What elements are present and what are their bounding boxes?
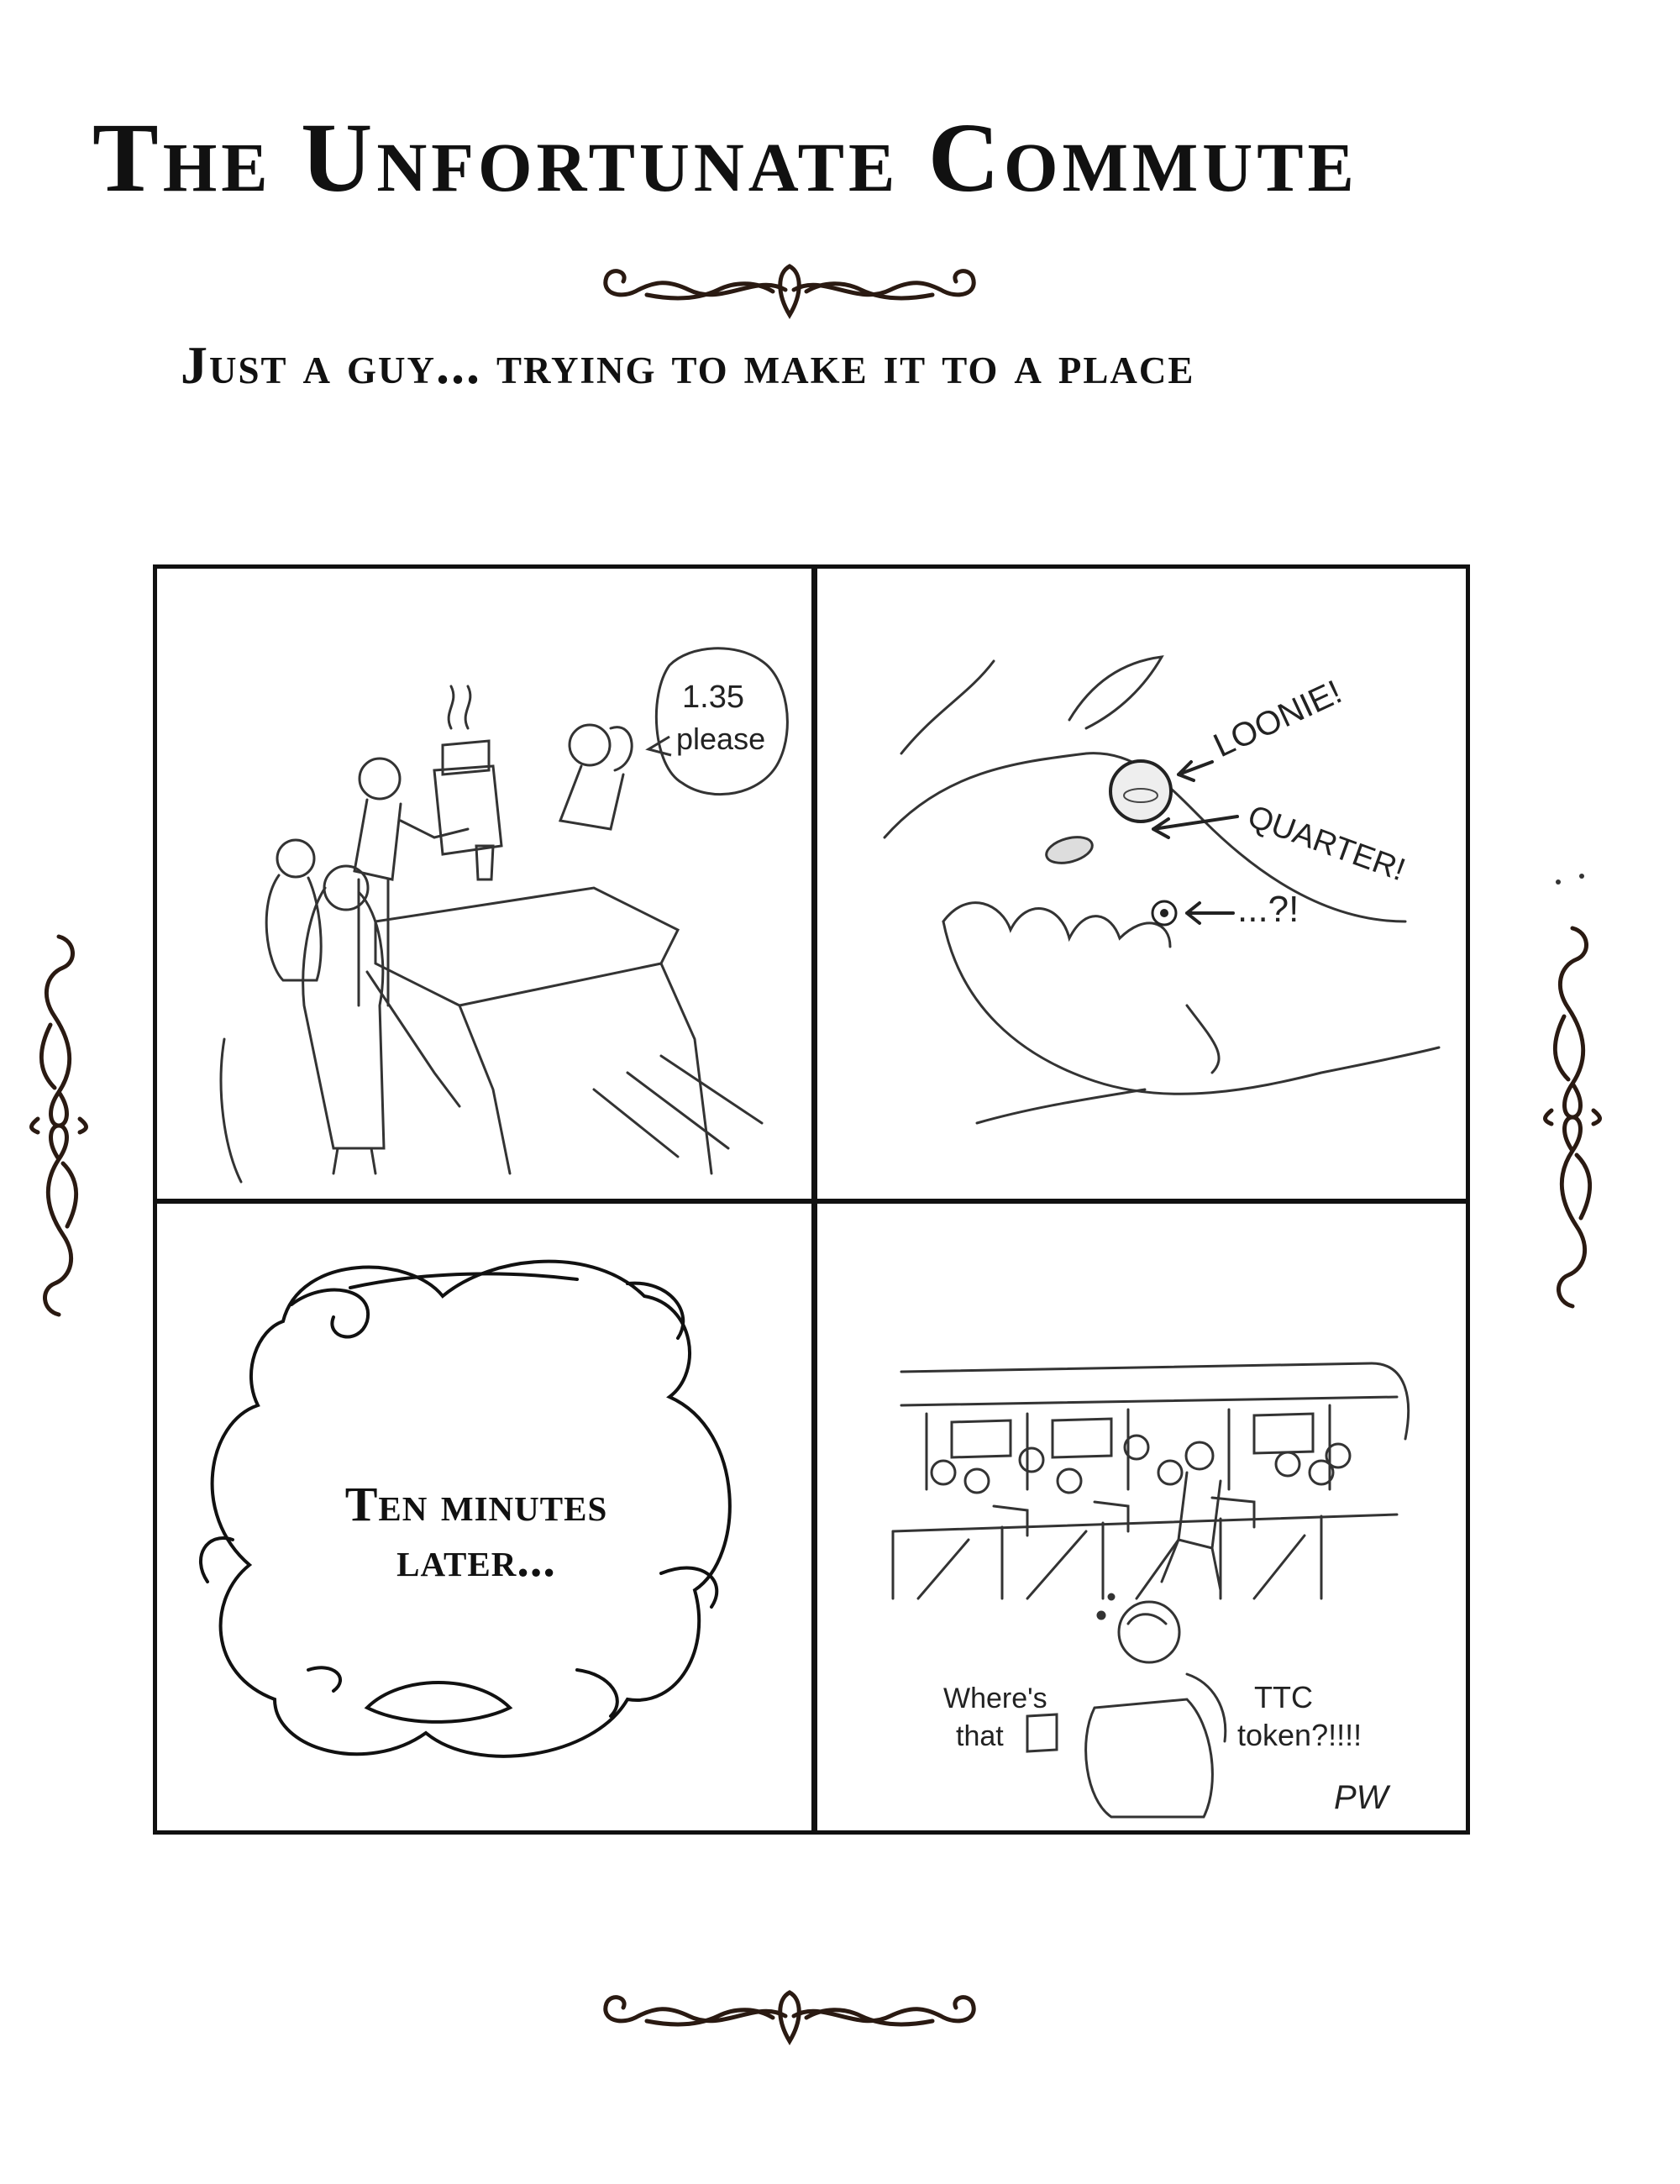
loonie-coin xyxy=(1109,759,1173,823)
coffee-counter-drawing: 1.35 please xyxy=(219,647,789,1184)
panel-coins-in-hand: LOONIE! QUARTER! ...?! xyxy=(817,569,1466,1199)
page-subtitle: Just a guy... trying to make it to a pla… xyxy=(181,335,1195,395)
caption-text: Ten minutes later... xyxy=(300,1477,653,1588)
speech-token: token?!!!! xyxy=(1237,1718,1362,1752)
comic-panel-grid: 1.35 please LOONIE! QUARTER! ...?! Ten m… xyxy=(153,564,1470,1835)
dots-decoration xyxy=(1556,874,1584,885)
panel-ten-minutes-later: Ten minutes later... xyxy=(157,1204,811,1830)
page-title: The Unfortunate Commute xyxy=(92,102,1358,213)
mystery-coin xyxy=(1151,900,1178,927)
speech-ttc: TTC xyxy=(1254,1680,1313,1714)
panel-subway-turnstiles: Where's that TTC token?!!!! PW xyxy=(817,1204,1466,1830)
caption-line-1: Ten minutes xyxy=(344,1477,608,1531)
panel-coffee-counter: 1.35 please xyxy=(157,569,811,1199)
right-flourish-ornament xyxy=(1543,926,1602,1309)
speech-price: 1.35 xyxy=(682,680,744,715)
coins-drawing: LOONIE! QUARTER! ...?! xyxy=(883,655,1441,1125)
top-flourish-ornament xyxy=(603,264,976,319)
bottom-flourish-ornament xyxy=(603,1990,976,2045)
quarter-coin xyxy=(1045,836,1094,864)
subway-drawing: Where's that TTC token?!!!! PW xyxy=(891,1362,1410,1819)
label-mystery: ...?! xyxy=(1237,889,1299,930)
label-loonie: LOONIE! xyxy=(1208,674,1347,764)
speech-please: please xyxy=(676,722,765,756)
speech-wheres: Where's xyxy=(943,1683,1047,1714)
speech-that: that xyxy=(956,1720,1004,1752)
left-flourish-ornament xyxy=(29,934,88,1317)
artist-signature: PW xyxy=(1334,1779,1391,1816)
caption-line-2: later... xyxy=(396,1532,556,1587)
price-speech-bubble: 1.35 please xyxy=(645,647,789,796)
